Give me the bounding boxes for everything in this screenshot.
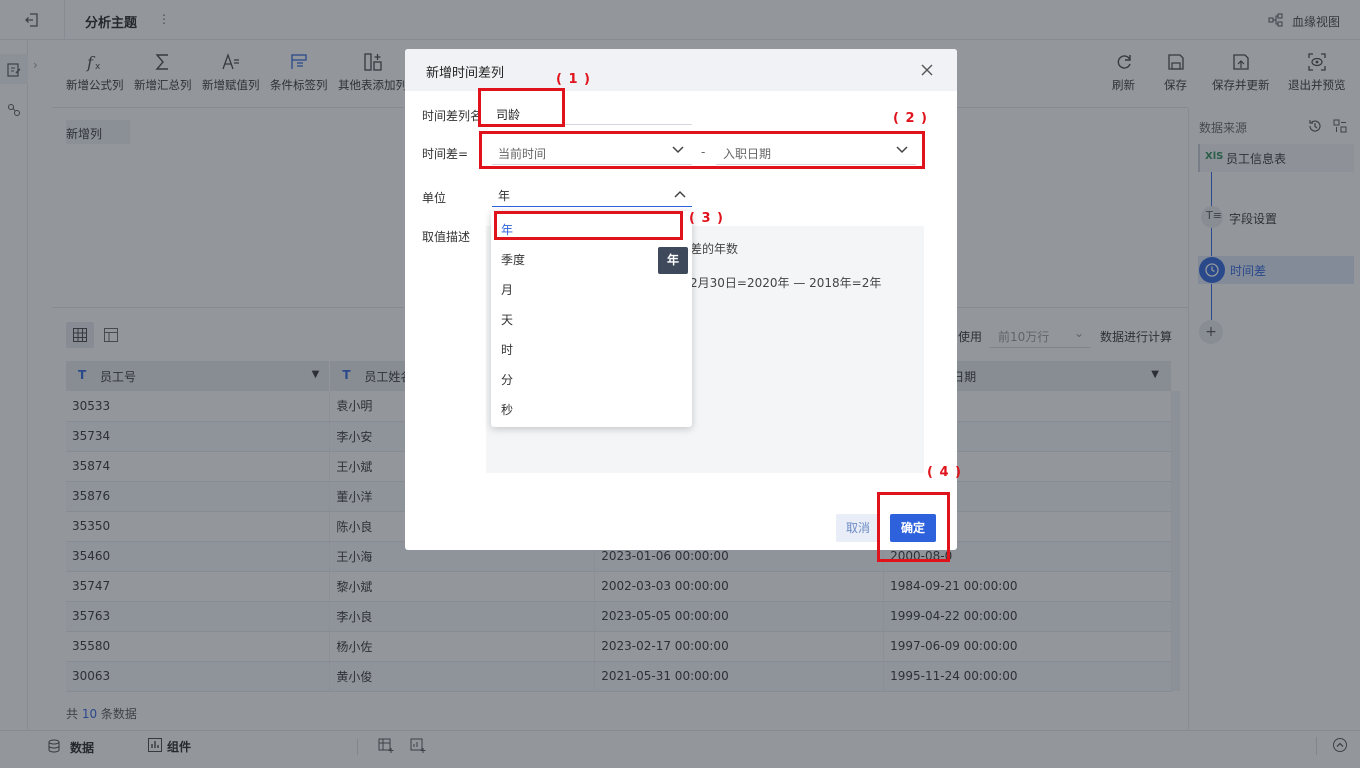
unit-option-month[interactable]: 月 <box>501 281 513 298</box>
annotation-label-1: ( 1 ) <box>556 72 591 87</box>
annotation-box-3 <box>494 211 683 240</box>
unit-option-quarter[interactable]: 季度 <box>501 251 525 268</box>
unit-dropdown: 年 季度 月 天 时 分 秒 <box>491 211 692 427</box>
dialog-title: 新增时间差列 <box>426 66 505 81</box>
annotation-box-1 <box>478 88 565 127</box>
annotation-label-4: ( 4 ) <box>927 465 962 480</box>
unit-option-minute[interactable]: 分 <box>501 371 513 388</box>
unit-option-second[interactable]: 秒 <box>501 401 513 418</box>
chevron-up-icon <box>674 190 686 198</box>
close-icon[interactable] <box>920 63 934 77</box>
annotation-label-3: ( 3 ) <box>689 211 724 226</box>
cancel-button[interactable]: 取消 <box>836 514 880 542</box>
unit-label: 单位 <box>422 191 447 205</box>
desc-line-2: 2月30日=2020年 — 2018年=2年 <box>690 276 882 290</box>
unit-option-hour[interactable]: 时 <box>501 341 513 358</box>
desc-label: 取值描述 <box>422 230 471 244</box>
desc-line-1: 差的年数 <box>690 242 739 256</box>
unit-select[interactable]: 年 <box>492 181 692 207</box>
column-name-label: 时间差列名 <box>422 109 483 123</box>
annotation-box-4 <box>877 492 950 562</box>
time-diff-label: 时间差= <box>422 147 469 161</box>
option-tooltip: 年 <box>658 247 688 274</box>
unit-option-day[interactable]: 天 <box>501 311 513 328</box>
annotation-box-2 <box>479 131 925 169</box>
annotation-label-2: ( 2 ) <box>893 111 928 126</box>
